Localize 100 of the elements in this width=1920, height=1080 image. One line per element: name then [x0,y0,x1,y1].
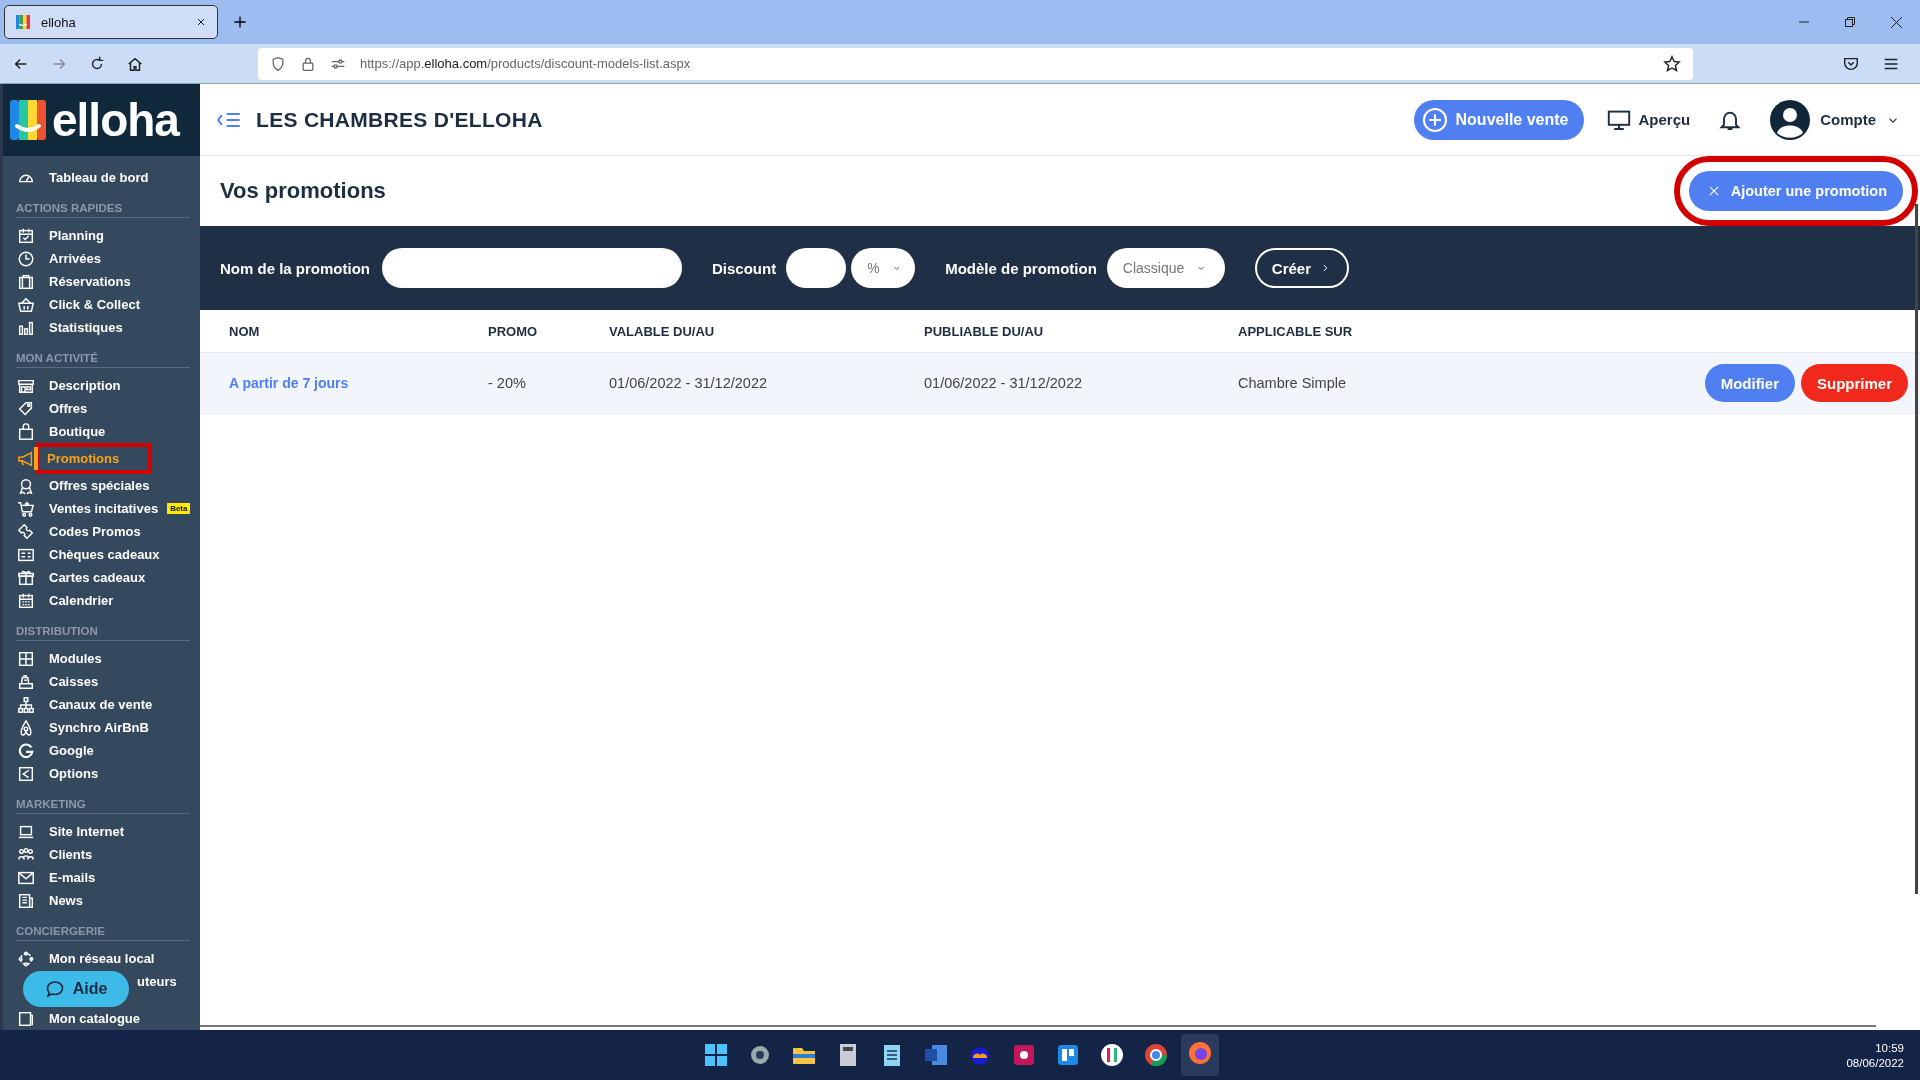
sidebar-item[interactable]: Calendrier [3,589,200,612]
lock-icon [300,55,316,72]
sidebar-item[interactable]: Synchro AirBnB [3,716,200,739]
shield-icon [270,55,286,72]
sidebar-item[interactable]: Mon catalogue [3,1007,200,1030]
account-menu[interactable]: Compte [1770,99,1900,140]
page-title: Vos promotions [220,178,386,204]
sidebar-item[interactable]: Mon réseau local [3,947,200,970]
sidebar-item[interactable]: Clients [3,843,200,866]
avatar-icon [1770,99,1811,140]
shopping-bag-icon [17,422,35,441]
column-header: PUBLIABLE DU/AU [924,323,1045,339]
logo-text: elloha [52,93,179,147]
sidebar-item[interactable]: Offres [3,397,200,420]
sidebar-item[interactable]: News [3,889,200,912]
sidebar-item[interactable]: Boutique [3,420,200,443]
site-logo-icon [15,14,31,30]
field-label: Nom de la promotion [220,259,370,277]
sidebar-item[interactable]: Codes Promos [3,520,200,543]
clock-icon [17,249,35,268]
sidebar-item[interactable]: Modules [3,647,200,670]
ticket-icon [17,522,35,541]
table-cell-text: Chambre Simple [1238,375,1347,391]
sidebar-item[interactable]: Description [3,374,200,397]
browser-app-icon[interactable] [1143,1042,1169,1068]
gift-icon [17,568,35,587]
sidebar-item[interactable]: Google [3,739,200,762]
clock-date: 08/06/2022 [1846,1056,1904,1069]
restore-icon[interactable] [1845,17,1855,27]
browser-tab[interactable]: elloha [4,5,218,39]
chat-bubble-icon [44,979,65,999]
close-icon[interactable] [1891,16,1902,28]
sidebar-item[interactable]: Ventes incitatives Beta [3,497,200,520]
hierarchy-icon [17,695,35,714]
close-icon [195,16,207,28]
sidebar-item[interactable]: Promotions [37,445,150,472]
sidebar-item[interactable]: Canaux de vente [3,693,200,716]
sidebar-item[interactable]: Click & Collect [3,293,200,316]
table-cell-text: 01/06/2022 - 31/12/2022 [924,375,1084,391]
url-text: https://app.elloha.com/products/discount-models-list.aspx [360,56,692,71]
column-header: PROMO [488,323,539,339]
section-heading: ACTIONS RAPIDES [16,202,190,218]
sidebar-item[interactable]: uteurs [137,970,177,993]
section-heading: DISTRIBUTION [16,625,190,641]
section-heading: MARKETING [16,798,190,814]
basket-icon [17,295,35,314]
model-select[interactable]: Classique [1106,248,1225,288]
calendar-icon [17,591,35,610]
sidebar-item[interactable]: Statistiques [3,316,200,339]
beta-badge: Beta [167,503,191,514]
delete-button[interactable]: Supprimer [1801,364,1908,402]
cart-icon [17,499,35,518]
document-app-icon[interactable] [923,1042,949,1068]
table-cell-text: 01/06/2022 - 31/12/2022 [609,375,769,391]
sidebar-item[interactable]: Arrivées [3,247,200,270]
field-label: Discount [712,259,777,277]
book-icon [17,1009,35,1028]
grid-icon [17,649,35,668]
name-input[interactable] [382,248,682,288]
column-header: APPLICABLE SUR [1238,323,1354,339]
sidebar-item[interactable]: E-mails [3,866,200,889]
sidebar-item[interactable]: Planning [3,224,200,247]
plus-icon [232,14,248,30]
edit-button[interactable]: Modifier [1704,364,1795,402]
column-header: VALABLE DU/AU [609,323,716,339]
help-button[interactable]: Aide [23,971,129,1007]
clock-time: 10:59 [1874,1041,1904,1054]
preview-link[interactable]: Aperçu [1606,107,1691,132]
column-header: NOM [229,323,261,339]
share-icon [17,764,35,783]
g-icon [17,741,35,760]
address-bar[interactable]: https://app.elloha.com/products/discount-models-list.aspx [258,47,1693,80]
new-sale-button[interactable]: Nouvelle vente [1413,99,1585,140]
discount-input[interactable] [786,248,847,288]
megaphone-icon [17,449,35,468]
sidebar-item[interactable]: Cartes cadeaux [3,566,200,589]
table-cell-text: - 20% [488,375,527,391]
logo-icon [10,100,46,140]
newspaper-icon [17,891,35,910]
sidebar-item[interactable]: Offres spéciales [3,474,200,497]
create-button[interactable]: Créer [1254,248,1350,288]
section-heading: MON ACTIVITÉ [16,352,190,368]
section-heading: CONCIERGERIE [16,925,190,941]
suitcase-icon [17,272,35,291]
board-icon[interactable] [1055,1042,1081,1068]
field-label: Modèle de promotion [945,259,1097,277]
sidebar-item[interactable]: Caisses [3,670,200,693]
sidebar-item[interactable]: Réservations [3,270,200,293]
rosette-icon [17,476,35,495]
sidebar-item[interactable]: Chèques cadeaux [3,543,200,566]
unit-select[interactable]: % [851,248,916,288]
star-icon [1663,54,1681,73]
plus-circle-icon [1421,106,1448,133]
tab-title: elloha [41,14,77,30]
sidebar-item[interactable]: Site Internet [3,820,200,843]
calendar-check-icon [17,226,35,245]
property-name: LES CHAMBRES D'ELLOHA [256,107,543,132]
sidebar-item[interactable]: Options [3,762,200,785]
sidebar-item[interactable]: Tableau de bord [3,166,200,189]
windows-icon[interactable] [703,1042,729,1068]
